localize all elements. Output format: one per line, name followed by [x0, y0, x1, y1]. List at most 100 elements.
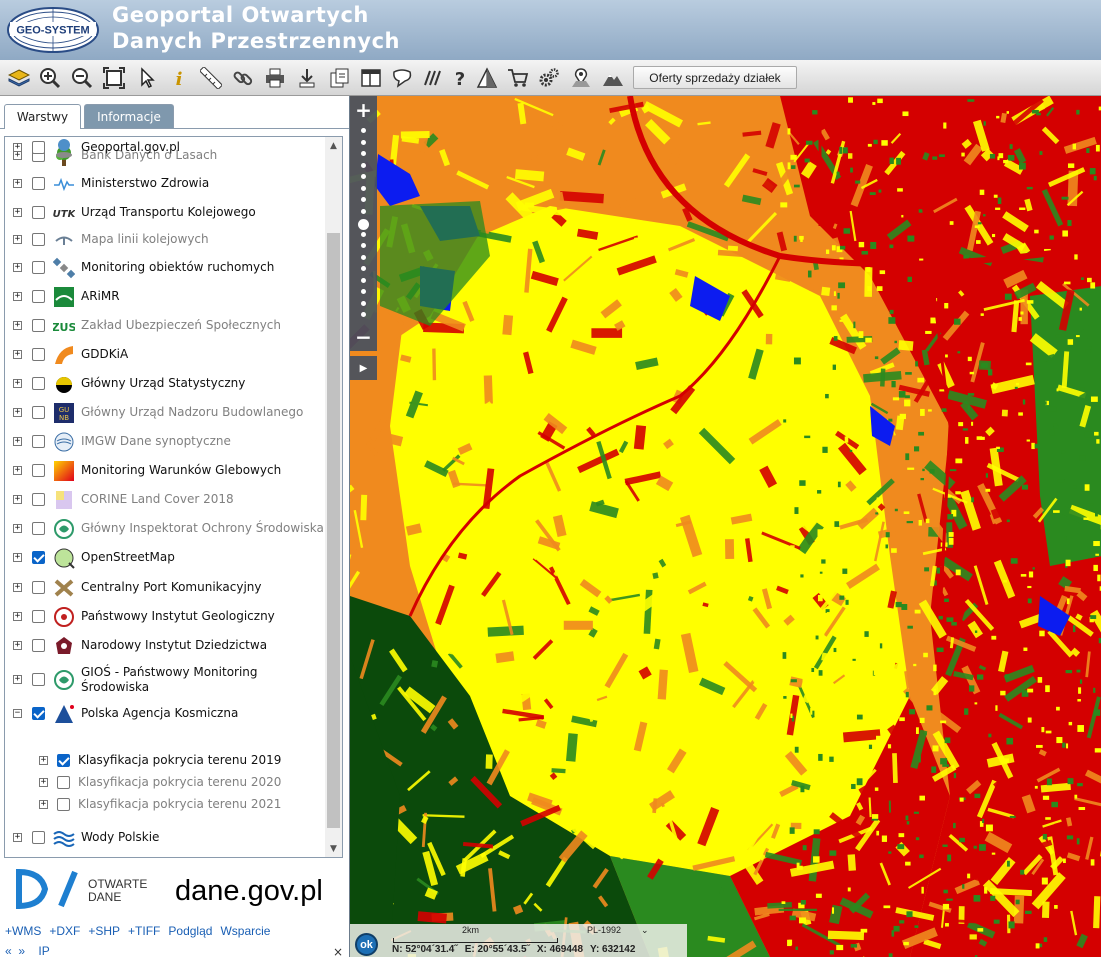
- expand-icon[interactable]: +: [13, 321, 22, 330]
- zoom-level-dot[interactable]: [361, 151, 366, 156]
- layer-checkbox[interactable]: [32, 639, 45, 652]
- mountain-icon[interactable]: [600, 65, 626, 91]
- layer-checkbox[interactable]: [32, 610, 45, 623]
- crs-select[interactable]: PL-1992 ⌄: [587, 925, 665, 938]
- prev-button[interactable]: «: [5, 944, 12, 958]
- layer-checkbox[interactable]: [32, 464, 45, 477]
- expand-icon[interactable]: +: [13, 235, 22, 244]
- layer-checkbox[interactable]: [32, 581, 45, 594]
- expand-icon[interactable]: +: [13, 143, 22, 152]
- zoom-level-dot[interactable]: [361, 232, 366, 237]
- layer-row[interactable]: +GDDKiA: [5, 344, 323, 366]
- layer-row[interactable]: +Państwowy Instytut Geologiczny: [5, 606, 323, 628]
- sublayer-row[interactable]: +Klasyfikacja pokrycia terenu 2020: [5, 772, 323, 794]
- sublayer-checkbox[interactable]: [57, 776, 70, 789]
- expand-icon[interactable]: +: [13, 466, 22, 475]
- zoom-level-dot[interactable]: [361, 163, 366, 168]
- ruler-icon[interactable]: [198, 65, 224, 91]
- ok-button[interactable]: ok: [355, 933, 378, 956]
- zoom-level-dot[interactable]: [361, 278, 366, 283]
- layer-checkbox[interactable]: [32, 261, 45, 274]
- zoom-level-dot[interactable]: [361, 140, 366, 145]
- link-icon[interactable]: [230, 65, 256, 91]
- layer-row[interactable]: +ARiMR: [5, 286, 323, 308]
- layer-row[interactable]: −Polska Agencja Kosmiczna: [5, 703, 323, 725]
- zoom-bar[interactable]: + −: [350, 96, 377, 351]
- expand-icon[interactable]: +: [13, 675, 22, 684]
- layout-icon[interactable]: [358, 65, 384, 91]
- layer-row[interactable]: +Mapa linii kolejowych: [5, 229, 323, 251]
- layer-row[interactable]: +Główny Urząd Statystyczny: [5, 373, 323, 395]
- scroll-thumb[interactable]: [327, 233, 340, 828]
- triangle-icon[interactable]: [474, 65, 500, 91]
- zoom-out-button[interactable]: −: [350, 325, 377, 349]
- geo-system-logo[interactable]: GEO-SYSTEM: [6, 6, 100, 54]
- layer-checkbox[interactable]: [32, 551, 45, 564]
- layer-row[interactable]: +Główny Inspektorat Ochrony Środowiska: [5, 518, 323, 540]
- sublayer-row[interactable]: +Klasyfikacja pokrycia terenu 2019: [5, 750, 323, 772]
- layer-checkbox[interactable]: [32, 206, 45, 219]
- expand-icon[interactable]: +: [39, 756, 48, 765]
- gears-icon[interactable]: [536, 65, 562, 91]
- ip-link[interactable]: IP: [38, 944, 49, 958]
- layer-checkbox[interactable]: [32, 707, 45, 720]
- layer-scrollbar[interactable]: ▲ ▼: [325, 137, 342, 857]
- layer-checkbox[interactable]: [32, 831, 45, 844]
- expand-icon[interactable]: +: [13, 612, 22, 621]
- layer-row[interactable]: +UTKUrząd Transportu Kolejowego: [5, 202, 323, 224]
- link-dxf[interactable]: +DXF: [49, 924, 80, 938]
- hatch-icon[interactable]: [420, 65, 446, 91]
- zoom-in-icon[interactable]: [37, 65, 63, 91]
- dane-gov-banner[interactable]: OTWARTE DANE dane.gov.pl: [5, 866, 341, 912]
- layer-checkbox[interactable]: [32, 435, 45, 448]
- zoom-level-dot[interactable]: [361, 289, 366, 294]
- expand-icon[interactable]: +: [13, 350, 22, 359]
- expand-icon[interactable]: +: [13, 641, 22, 650]
- layer-checkbox[interactable]: [32, 348, 45, 361]
- layer-row[interactable]: +GUNBGłówny Urząd Nadzoru Budowlanego: [5, 402, 323, 424]
- layer-row[interactable]: +Narodowy Instytut Dziedzictwa: [5, 635, 323, 657]
- expand-icon[interactable]: +: [13, 379, 22, 388]
- cart-icon[interactable]: [505, 65, 531, 91]
- link-preview[interactable]: Podgląd: [168, 924, 212, 938]
- help-icon[interactable]: ?: [447, 65, 473, 91]
- layer-row[interactable]: +Monitoring Warunków Glebowych: [5, 460, 323, 482]
- expand-icon[interactable]: +: [13, 179, 22, 188]
- speech-icon[interactable]: [389, 65, 415, 91]
- collapse-icon[interactable]: −: [13, 709, 22, 718]
- print-icon[interactable]: [262, 65, 288, 91]
- expand-icon[interactable]: +: [13, 408, 22, 417]
- layer-row[interactable]: +Wody Polskie: [5, 827, 323, 849]
- expand-icon[interactable]: +: [13, 437, 22, 446]
- zoom-level-dot[interactable]: [361, 186, 366, 191]
- zoom-extent-icon[interactable]: [101, 65, 127, 91]
- layer-row[interactable]: +OpenStreetMap: [5, 547, 323, 569]
- link-tiff[interactable]: +TIFF: [128, 924, 160, 938]
- scroll-down-arrow-icon[interactable]: ▼: [325, 840, 342, 857]
- expand-icon[interactable]: +: [13, 208, 22, 217]
- zoom-out-icon[interactable]: [69, 65, 95, 91]
- link-wms[interactable]: +WMS: [5, 924, 41, 938]
- layer-checkbox[interactable]: [32, 522, 45, 535]
- next-button[interactable]: »: [18, 944, 25, 958]
- zoom-level-dot[interactable]: [361, 301, 366, 306]
- zoom-level-dot[interactable]: [361, 128, 366, 133]
- sublayer-row[interactable]: +Klasyfikacja pokrycia terenu 2021: [5, 794, 323, 816]
- link-shp[interactable]: +SHP: [88, 924, 120, 938]
- download-icon[interactable]: [294, 65, 320, 91]
- zoom-level-dot[interactable]: [361, 266, 366, 271]
- map-view[interactable]: + − ▶ ok 2km PL-1992 ⌄ N: 52°04´31.4˝E: …: [349, 96, 1101, 957]
- expand-icon[interactable]: +: [13, 553, 22, 562]
- expand-icon[interactable]: +: [13, 524, 22, 533]
- layer-checkbox[interactable]: [32, 233, 45, 246]
- zoom-in-button[interactable]: +: [350, 98, 377, 122]
- layer-checkbox[interactable]: [32, 290, 45, 303]
- link-support[interactable]: Wsparcie: [220, 924, 270, 938]
- zoom-level-dot[interactable]: [361, 255, 366, 260]
- layer-checkbox[interactable]: [32, 177, 45, 190]
- layer-row[interactable]: +Ministerstwo Zdrowia: [5, 173, 323, 195]
- zoom-level-dot[interactable]: [361, 312, 366, 317]
- layer-row[interactable]: +CORINE Land Cover 2018: [5, 489, 323, 511]
- layer-checkbox[interactable]: [32, 319, 45, 332]
- land-offers-button[interactable]: Oferty sprzedaży działek: [633, 66, 797, 89]
